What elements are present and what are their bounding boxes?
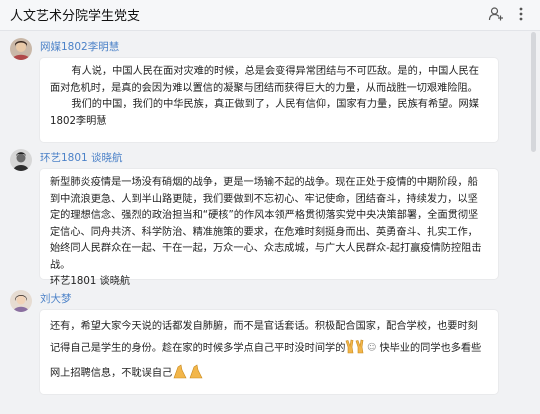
more-icon[interactable] <box>512 5 530 23</box>
scrollbar-thumb[interactable] <box>531 32 536 152</box>
add-user-icon[interactable] <box>487 5 505 23</box>
message-bubble[interactable]: 新型肺炎疫情是一场没有硝烟的战争，更是一场输不起的战争。现在正处于疫情的中期阶段… <box>40 169 498 287</box>
sender-name: 网媒1802李明慧 <box>40 41 120 53</box>
praying-hands-emoji <box>172 364 206 388</box>
message-bubble[interactable]: 有人说，中国人民在面对灾难的时候，总是会变得异常团结与不可匹敌。是的，中国人民在… <box>40 58 498 142</box>
avatar[interactable] <box>10 290 32 312</box>
message-paragraph: 环艺1801 谈晓航 <box>50 276 131 287</box>
message-paragraph: 有人说，中国人民在面对灾难的时候，总是会变得异常团结与不可匹敌。是的，中国人民在… <box>50 66 479 94</box>
chat-header: 人文艺术分院学生党支 <box>0 0 540 31</box>
victory-hands-emoji: ☺ <box>345 339 379 363</box>
message-paragraph: 还有，希望大家今天说的话都发自肺腑，而不是官话套话。积极配合国家，配合学校，也要… <box>50 316 488 388</box>
sender-name: 刘大梦 <box>40 293 72 305</box>
message-bubble[interactable]: 还有，希望大家今天说的话都发自肺腑，而不是官话套话。积极配合国家，配合学校，也要… <box>40 310 498 394</box>
scrollbar[interactable] <box>531 32 536 410</box>
avatar[interactable] <box>10 38 32 60</box>
message-paragraph: 我们的中国，我们的中华民族，真正做到了，人民有信仰，国家有力量，民族有希望。网媒… <box>50 99 479 127</box>
svg-text:☺: ☺ <box>367 342 376 353</box>
sender-name: 环艺1801 谈晓航 <box>40 152 123 164</box>
avatar[interactable] <box>10 149 32 171</box>
chat-title: 人文艺术分院学生党支 <box>10 9 141 24</box>
message-paragraph: 新型肺炎疫情是一场没有硝烟的战争，更是一场输不起的战争。现在正处于疫情的中期阶段… <box>50 177 482 271</box>
